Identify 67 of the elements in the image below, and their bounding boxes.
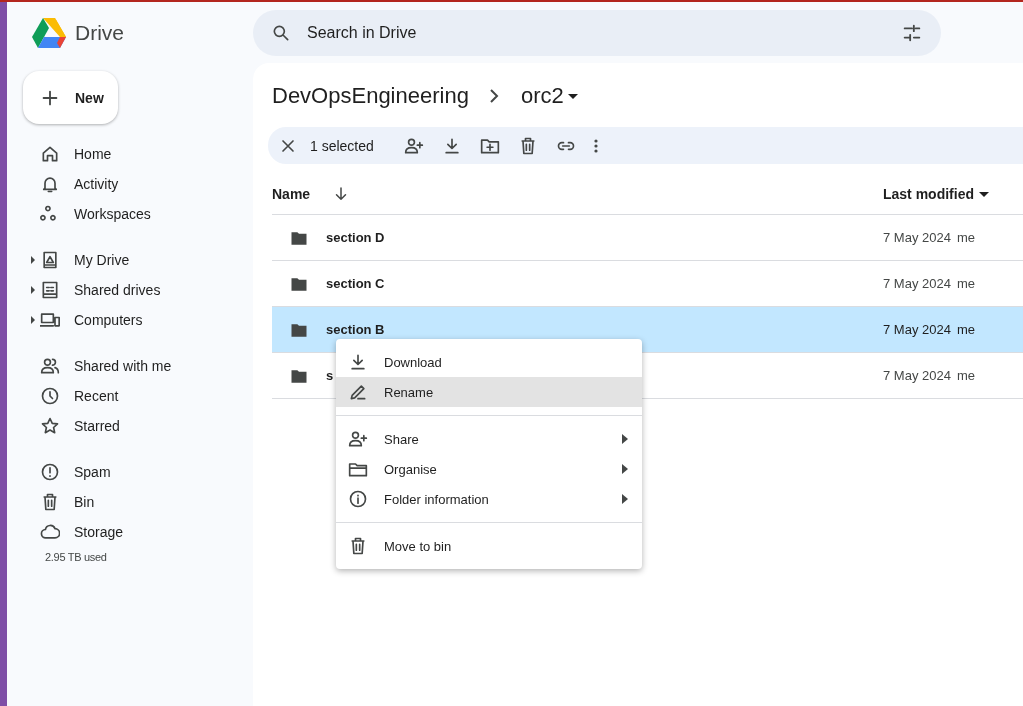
app-title: Drive xyxy=(75,20,124,45)
modified-by: me xyxy=(956,276,975,291)
modified-date: 7 May 2024 xyxy=(883,368,951,383)
menu-item[interactable]: Rename xyxy=(336,377,642,407)
sidebar-item[interactable]: Shared drives xyxy=(7,275,253,305)
info-icon xyxy=(348,489,368,509)
file-name: s xyxy=(326,368,334,383)
pencil-icon xyxy=(348,382,368,402)
sidebar-item[interactable]: Home xyxy=(7,139,253,169)
expand-arrow-icon xyxy=(29,256,37,264)
modified-by: me xyxy=(956,322,975,337)
expand-arrow-icon xyxy=(29,286,37,294)
alert-icon xyxy=(40,462,60,482)
file-name: section B xyxy=(326,322,385,337)
filter-icon xyxy=(901,22,923,44)
new-button[interactable]: New xyxy=(23,71,118,124)
column-header[interactable]: Name xyxy=(272,186,311,202)
submenu-arrow-icon xyxy=(622,434,628,444)
sidebar-item[interactable]: Storage xyxy=(7,517,253,547)
modified-date: 7 May 2024 xyxy=(883,322,951,337)
drive-icon xyxy=(40,250,60,270)
column-header[interactable]: Last modified xyxy=(883,186,974,202)
sidebar-item[interactable]: Spam xyxy=(7,457,253,487)
people-icon xyxy=(40,356,60,376)
menu-item[interactable]: Move to bin xyxy=(336,531,642,561)
selection-count: 1 selected xyxy=(310,137,374,154)
expand-arrow-icon xyxy=(29,316,37,324)
caret-icon xyxy=(567,93,578,99)
search-field[interactable]: Search in Drive xyxy=(253,10,941,56)
file-name: section C xyxy=(326,276,385,291)
bell-icon xyxy=(40,174,60,194)
sidebar-item[interactable]: Recent xyxy=(7,381,253,411)
search-input[interactable]: Search in Drive xyxy=(305,23,887,43)
submenu-arrow-icon xyxy=(622,464,628,474)
home-icon xyxy=(40,144,60,164)
add-person-icon xyxy=(348,429,368,449)
search-icon xyxy=(271,23,291,43)
more-button[interactable] xyxy=(593,138,598,153)
sidebar-item[interactable]: Shared with me xyxy=(7,351,253,381)
modified-by: me xyxy=(956,230,975,245)
storage-usage: 2.95 TB used xyxy=(44,551,108,563)
sidebar-item[interactable]: Workspaces xyxy=(7,199,253,229)
menu-item[interactable]: Organise xyxy=(336,454,642,484)
download-icon xyxy=(348,352,368,372)
clock-icon xyxy=(40,386,60,406)
breadcrumb-link[interactable]: DevOpsEngineering xyxy=(272,83,469,109)
current-folder-dropdown[interactable]: orc2 xyxy=(520,83,578,109)
submenu-arrow-icon xyxy=(622,494,628,504)
cloud-icon xyxy=(40,522,60,542)
star-icon xyxy=(40,416,60,436)
file-row[interactable]: section D 7 May 2024 me xyxy=(272,215,1023,261)
sidebar-item[interactable]: My Drive xyxy=(7,245,253,275)
sidebar-item[interactable]: Bin xyxy=(7,487,253,517)
shared-drives-icon xyxy=(40,280,60,300)
modified-by: me xyxy=(956,368,975,383)
menu-item[interactable]: Share xyxy=(336,424,642,454)
drive-logo-icon xyxy=(31,16,67,49)
sidebar-item[interactable]: Activity xyxy=(7,169,253,199)
file-name: section D xyxy=(326,230,385,245)
sidebar-item[interactable]: Starred xyxy=(7,411,253,441)
computer-icon xyxy=(40,310,60,330)
more-icon xyxy=(593,138,598,153)
chevron-right-icon xyxy=(488,89,499,103)
modified-date: 7 May 2024 xyxy=(883,276,951,291)
modified-date: 7 May 2024 xyxy=(883,230,951,245)
sidebar-item[interactable]: Computers xyxy=(7,305,253,335)
menu-item[interactable]: Folder information xyxy=(336,484,642,514)
